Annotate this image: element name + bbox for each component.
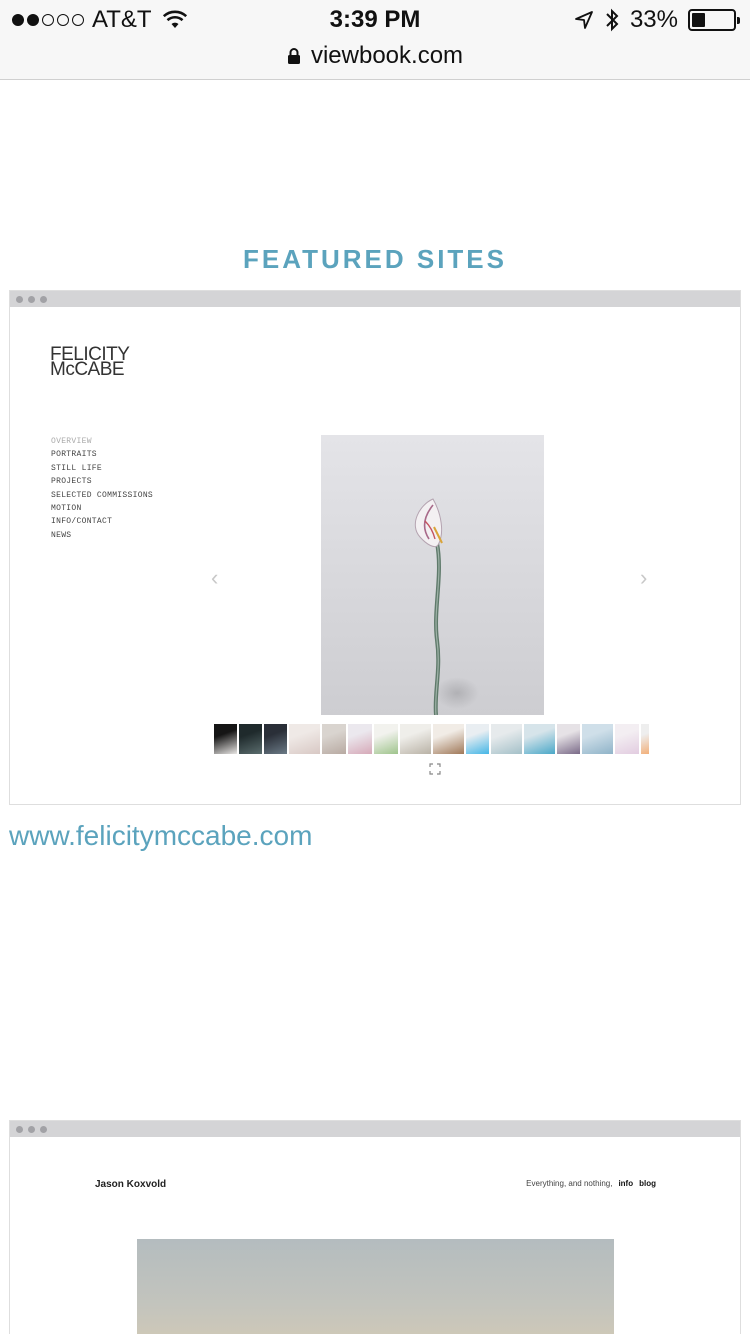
- site-nav-item: PROJECTS: [51, 477, 92, 487]
- battery-icon: [688, 9, 740, 31]
- site-tagline: Everything, and nothing,: [526, 1179, 613, 1188]
- site-nav: OVERVIEW PORTRAITS STILL LIFE PROJECTS SELEC…: [51, 435, 153, 542]
- thumbnail[interactable]: [374, 724, 398, 754]
- thumbnail[interactable]: [557, 724, 580, 754]
- thumbnail[interactable]: [641, 724, 649, 754]
- url-display[interactable]: viewbook.com: [0, 42, 750, 70]
- thumbnail[interactable]: [433, 724, 464, 754]
- thumbnail[interactable]: [615, 724, 639, 754]
- site-preview-jason-koxvold[interactable]: Jason Koxvold Everything, and nothing, i…: [9, 1120, 741, 1334]
- next-arrow-icon: ›: [640, 565, 648, 590]
- status-bar: AT&T 3:39 PM 33%: [0, 0, 750, 40]
- previous-arrow-icon: ‹: [211, 565, 219, 590]
- lock-icon: [287, 48, 300, 64]
- site-nav: Everything, and nothing, info blog: [526, 1179, 656, 1188]
- thumbnail[interactable]: [239, 724, 262, 754]
- site-preview-body: FELICITY McCABE OVERVIEW PORTRAITS STILL L…: [10, 307, 740, 804]
- thumbnail-strip[interactable]: [214, 724, 651, 754]
- site-nav-item: SELECTED COMMISSIONS: [51, 490, 154, 500]
- location-arrow-icon: [575, 11, 593, 29]
- featured-sites-heading: FEATURED SITES: [243, 244, 507, 274]
- window-dot: [40, 1125, 47, 1133]
- calla-lily-photo: [321, 435, 544, 715]
- thumbnail[interactable]: [289, 724, 320, 754]
- window-dot: [28, 295, 35, 303]
- thumbnail[interactable]: [322, 724, 346, 754]
- window-dot: [16, 1125, 23, 1133]
- logo-line-2: McCABE: [50, 359, 125, 380]
- thumbnail[interactable]: [264, 724, 287, 754]
- thumbnail[interactable]: [348, 724, 372, 754]
- site-nav-item: OVERVIEW: [51, 437, 92, 446]
- battery-fill: [692, 13, 705, 27]
- window-dot: [28, 1125, 35, 1133]
- battery-percentage: 33%: [629, 6, 678, 33]
- window-dot: [40, 295, 47, 303]
- thumbnail[interactable]: [400, 724, 431, 754]
- site-title: Jason Koxvold: [95, 1179, 167, 1190]
- site-nav-item: PORTRAITS: [51, 450, 97, 460]
- thumbnail[interactable]: [214, 724, 237, 754]
- site-nav-item: INFO/CONTACT: [51, 517, 113, 527]
- browser-chrome-bar: [10, 291, 740, 307]
- site-nav-item: NEWS: [51, 530, 72, 540]
- fullscreen-icon[interactable]: [429, 763, 441, 775]
- battery-tip: [737, 17, 740, 24]
- featured-site-link[interactable]: www.felicitymccabe.com: [9, 820, 312, 852]
- url-text: viewbook.com: [310, 42, 464, 69]
- hero-photo: [137, 1239, 614, 1334]
- browser-chrome-bar: [10, 1121, 740, 1137]
- nav-blog: blog: [639, 1179, 656, 1188]
- site-preview-body: Jason Koxvold Everything, and nothing, i…: [10, 1137, 740, 1334]
- site-nav-item: MOTION: [51, 504, 82, 514]
- bluetooth-icon: [606, 8, 619, 32]
- window-dot: [16, 295, 23, 303]
- thumbnail[interactable]: [524, 724, 555, 754]
- thumbnail[interactable]: [491, 724, 522, 754]
- thumbnail[interactable]: [582, 724, 613, 754]
- status-right: 33%: [574, 6, 740, 34]
- site-logo: FELICITY McCABE: [50, 345, 130, 380]
- site-preview-felicity-mccabe[interactable]: FELICITY McCABE OVERVIEW PORTRAITS STILL L…: [9, 290, 741, 805]
- address-bar[interactable]: viewbook.com: [0, 40, 750, 80]
- thumbnail[interactable]: [466, 724, 489, 754]
- site-nav-item: STILL LIFE: [51, 463, 103, 473]
- nav-info: info: [618, 1179, 634, 1188]
